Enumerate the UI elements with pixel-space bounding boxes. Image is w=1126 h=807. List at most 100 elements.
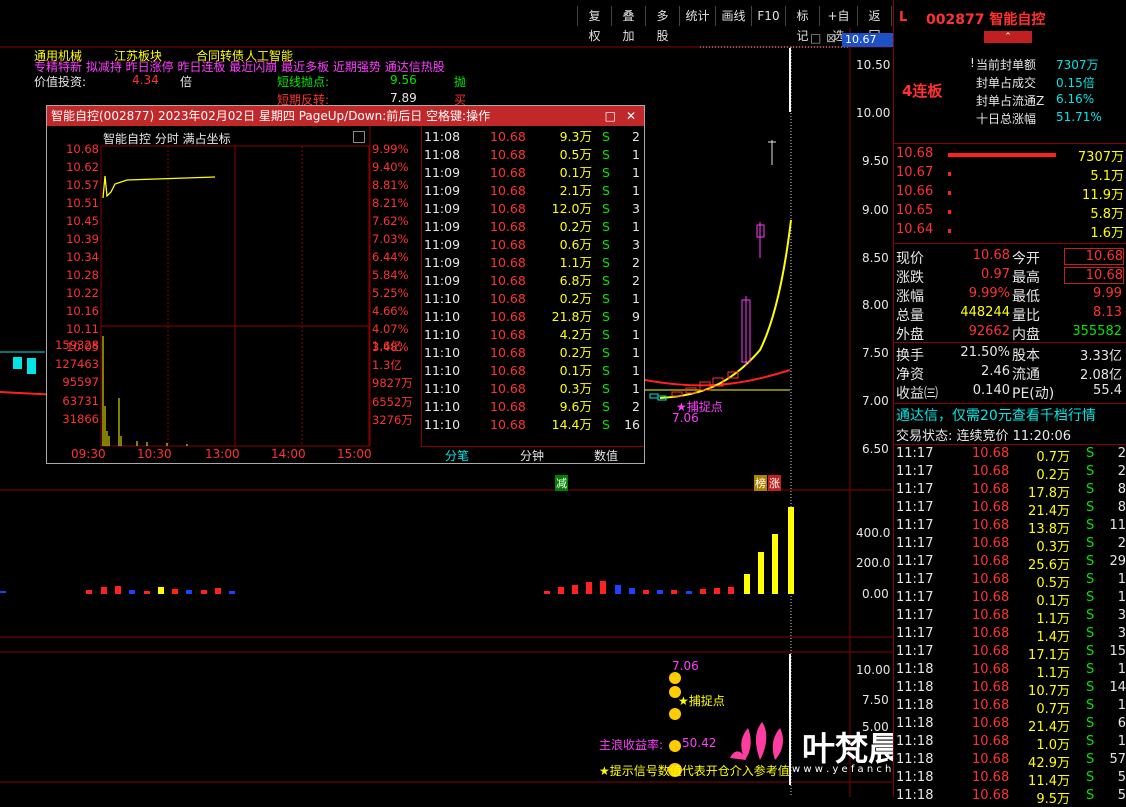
short-line-label: 短线抛点: — [277, 75, 330, 89]
window-restore-icon[interactable]: □ — [810, 31, 821, 45]
rtick-side: S — [1086, 788, 1095, 803]
tick-time: 11:10 — [424, 399, 461, 414]
tick-price: 10.68 — [490, 291, 526, 306]
volume-tick: 0.00 — [862, 587, 889, 601]
rtick-price: 10.68 — [972, 626, 1010, 641]
tick-volume: 2.1万 — [559, 183, 592, 198]
quote-label: 量比 — [1012, 308, 1040, 324]
rtick-price: 10.68 — [972, 608, 1010, 623]
bid-price: 10.64 — [896, 222, 934, 237]
rtick-time: 11:18 — [896, 734, 934, 749]
rtick-time: 11:17 — [896, 446, 934, 461]
tick-count: 2 — [632, 399, 640, 414]
time-tick: 09:30 — [71, 447, 106, 461]
rtick-volume: 0.2万 — [1036, 468, 1070, 483]
rtick-price: 10.68 — [972, 644, 1010, 659]
rtick-count: 1 — [1117, 590, 1126, 605]
f10-button[interactable]: F10 — [751, 6, 785, 26]
popup-maximize-icon[interactable]: □ — [605, 106, 616, 126]
statistics-button[interactable]: 统计 — [679, 6, 715, 26]
popup-close-icon[interactable]: ✕ — [626, 106, 636, 126]
tick-side: S — [602, 147, 610, 162]
tick-price: 10.68 — [490, 327, 526, 342]
popup-left-tick: 31866 — [62, 412, 99, 426]
rtick-count: 3 — [1117, 626, 1126, 641]
bid-volume: 1.6万 — [1090, 226, 1124, 241]
catch-point-price: 7.06 — [672, 411, 699, 425]
rtick-time: 11:17 — [896, 626, 934, 641]
lower-tick: 7.50 — [862, 693, 889, 707]
rtick-time: 11:18 — [896, 716, 934, 731]
seal-label: 封单占流通Z — [976, 94, 1045, 108]
tick-count: 1 — [632, 363, 640, 378]
promo-link[interactable]: 通达信，仅需20元查看千档行情 — [896, 405, 1096, 425]
popup-right-tick: 1.3亿 — [372, 357, 402, 372]
tick-price: 10.68 — [490, 309, 526, 324]
tick-row: 11:10 10.68 0.2万 S 1 — [422, 290, 644, 308]
multi-stock-button[interactable]: 多股 — [645, 6, 679, 43]
tick-time: 11:09 — [424, 201, 461, 216]
popup-right-tick: 8.81% — [372, 178, 409, 192]
rtick-count: 2 — [1117, 446, 1126, 461]
intraday-chart[interactable] — [47, 106, 422, 463]
bid-volume: 5.1万 — [1090, 169, 1124, 184]
rtick-price: 10.68 — [972, 734, 1010, 749]
lotus-logo — [730, 722, 783, 760]
price-tick: 6.50 — [862, 442, 889, 456]
rtick-side: S — [1086, 770, 1095, 785]
tick-price: 10.68 — [490, 255, 526, 270]
tab-minute[interactable]: 分钟 — [520, 447, 544, 464]
rtick-side: S — [1086, 644, 1095, 659]
popup-left-tick: 10.51 — [66, 196, 99, 210]
bid-price: 10.67 — [896, 165, 934, 180]
intraday-popup[interactable]: 智能自控(002877) 2023年02月02日 星期四 PageUp/Down… — [46, 105, 645, 464]
rtick-count: 14 — [1109, 680, 1126, 695]
rtick-time: 11:17 — [896, 518, 934, 533]
bid-price: 10.68 — [896, 146, 934, 161]
tick-row: 11:09 10.68 6.8万 S 2 — [422, 272, 644, 290]
price-tick: 8.50 — [862, 251, 889, 265]
tick-volume: 0.6万 — [559, 237, 592, 252]
rtick-count: 6 — [1117, 716, 1126, 731]
tick-side: S — [602, 219, 610, 234]
quote-value: 0.97 — [981, 267, 1010, 282]
add-favorite-button[interactable]: +自选 — [819, 6, 857, 43]
tick-row: 11:08 10.68 0.5万 S 1 — [422, 146, 644, 164]
tick-volume: 0.1万 — [559, 165, 592, 180]
popup-right-tick: 3276万 — [372, 413, 413, 427]
popup-left-tick: 159328 — [55, 338, 99, 352]
quote-label: 涨幅 — [896, 289, 924, 305]
back-button[interactable]: 返回 — [857, 6, 892, 43]
tick-side: S — [602, 165, 610, 180]
rtick-time: 11:18 — [896, 698, 934, 713]
popup-right-tick: 4.66% — [372, 304, 409, 318]
tick-side: S — [602, 417, 610, 432]
draw-line-button[interactable]: 画线 — [715, 6, 751, 26]
tick-count: 1 — [632, 291, 640, 306]
tick-volume: 14.4万 — [551, 417, 592, 432]
profit-value: 50.42 — [682, 736, 717, 750]
window-close-icon[interactable]: ⊠ — [826, 31, 836, 45]
popup-right-tick: 7.62% — [372, 214, 409, 228]
overlay-button[interactable]: 叠加 — [611, 6, 645, 43]
fuquan-button[interactable]: 复权 — [577, 6, 611, 43]
quote2-value: 2.46 — [981, 364, 1010, 379]
quote2-value: 2.08亿 — [1080, 368, 1122, 383]
mark-button[interactable]: 标记 — [785, 6, 819, 43]
quote-label: 最低 — [1012, 289, 1040, 305]
tab-ticks[interactable]: 分笔 — [445, 447, 469, 464]
rtick-price: 10.68 — [972, 716, 1010, 731]
rtick-side: S — [1086, 680, 1095, 695]
seal-value: 6.16% — [1056, 92, 1095, 106]
collapse-button[interactable]: ⌃ — [984, 31, 1032, 43]
quote-value: 10.68 — [1064, 248, 1124, 265]
tick-time: 11:10 — [424, 309, 461, 324]
lower-catch-label: ★捕捉点 — [678, 694, 725, 708]
tab-value[interactable]: 数值 — [594, 447, 618, 464]
rtick-volume: 0.7万 — [1036, 702, 1070, 717]
tick-volume: 12.0万 — [551, 201, 592, 216]
rtick-price: 10.68 — [972, 536, 1010, 551]
tick-volume: 9.3万 — [559, 129, 592, 144]
time-tick: 10:30 — [137, 447, 172, 461]
rtick-side: S — [1086, 500, 1095, 515]
